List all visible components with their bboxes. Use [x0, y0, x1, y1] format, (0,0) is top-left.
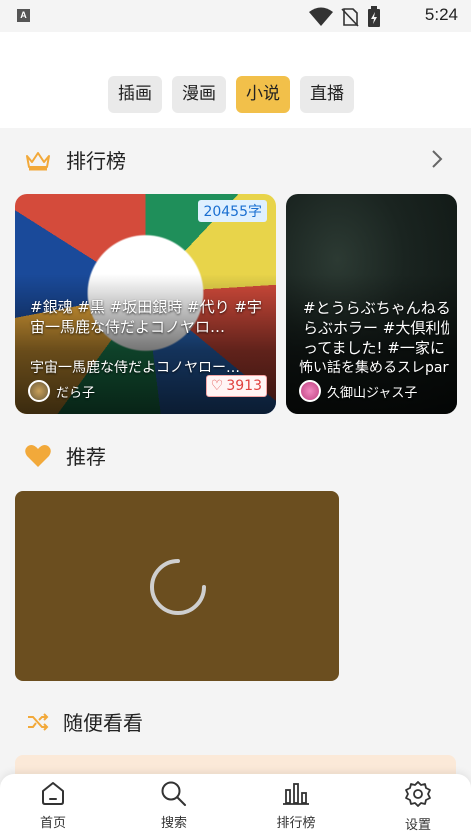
bottom-nav: 首页 搜索 排行榜 设置	[0, 774, 471, 837]
author-name: 久御山ジャス子	[327, 385, 418, 401]
ranking-card[interactable]: #とうらぶちゃんねる らぶホラー #大倶利伽 ってました! #一家に 怖い話を集…	[286, 194, 457, 414]
nav-home[interactable]: 首页	[18, 780, 88, 831]
random-title: 随便看看	[63, 711, 143, 735]
card-tags: #とうらぶちゃんねる らぶホラー #大倶利伽 ってました! #一家に	[303, 299, 449, 357]
home-icon	[42, 782, 64, 805]
card-author[interactable]: だら子	[28, 380, 95, 402]
card-tags: #銀魂 #黒 #坂田銀時 #代り #宇宙一馬鹿な侍だよコノヤロ…	[30, 298, 262, 336]
bar-chart-icon	[283, 783, 309, 805]
clock: 5:24	[424, 5, 458, 24]
avatar	[28, 380, 50, 402]
nav-search[interactable]: 搜索	[139, 780, 209, 831]
nav-label: 首页	[39, 816, 66, 831]
author-name: だら子	[56, 385, 96, 401]
heart-icon	[25, 444, 51, 467]
wifi-icon	[309, 7, 333, 26]
ranking-card[interactable]: 20455字 #銀魂 #黒 #坂田銀時 #代り #宇宙一馬鹿な侍だよコノヤロ… …	[15, 194, 276, 414]
ranking-title: 排行榜	[66, 149, 126, 173]
loading-spinner-icon	[150, 559, 206, 615]
likes-badge: ♡ 3913	[205, 375, 267, 397]
status-bar: A 5:24	[0, 0, 471, 32]
nav-label: 排行榜	[276, 816, 316, 831]
recommend-title: 推荐	[66, 445, 106, 469]
nav-settings[interactable]: 设置	[383, 780, 453, 833]
tab-manga[interactable]: 漫画	[172, 76, 226, 113]
chevron-right-icon[interactable]	[431, 149, 443, 169]
heart-icon: ♡	[210, 378, 224, 394]
shuffle-icon	[28, 712, 49, 731]
gear-icon	[405, 781, 431, 807]
nav-label: 设置	[404, 818, 431, 833]
nav-label: 搜索	[160, 816, 187, 831]
card-title: 怖い話を集めるスレpart	[299, 360, 449, 376]
tab-live[interactable]: 直播	[300, 76, 354, 113]
tab-novel[interactable]: 小说	[236, 76, 290, 113]
category-tabs: 插画 漫画 小说 直播	[108, 76, 354, 113]
system-icons	[309, 6, 381, 28]
avatar	[299, 380, 321, 402]
crown-icon	[26, 151, 50, 170]
header: 插画 漫画 小说 直播	[0, 32, 471, 128]
random-section-header: 随便看看	[27, 707, 143, 736]
search-icon	[161, 781, 186, 806]
nav-ranking[interactable]: 排行榜	[261, 780, 331, 831]
battery-charging-icon	[368, 6, 380, 27]
ranking-section-header[interactable]: 排行榜	[24, 145, 126, 174]
tab-illustration[interactable]: 插画	[108, 76, 162, 113]
no-sim-icon	[341, 8, 359, 27]
recommend-card[interactable]	[15, 491, 339, 681]
card-author[interactable]: 久御山ジャス子	[299, 380, 417, 402]
word-count-badge: 20455字	[198, 200, 267, 222]
app-notification-icon: A	[17, 9, 30, 22]
likes-count: 3913	[226, 378, 262, 394]
recommend-section-header: 推荐	[24, 441, 106, 470]
